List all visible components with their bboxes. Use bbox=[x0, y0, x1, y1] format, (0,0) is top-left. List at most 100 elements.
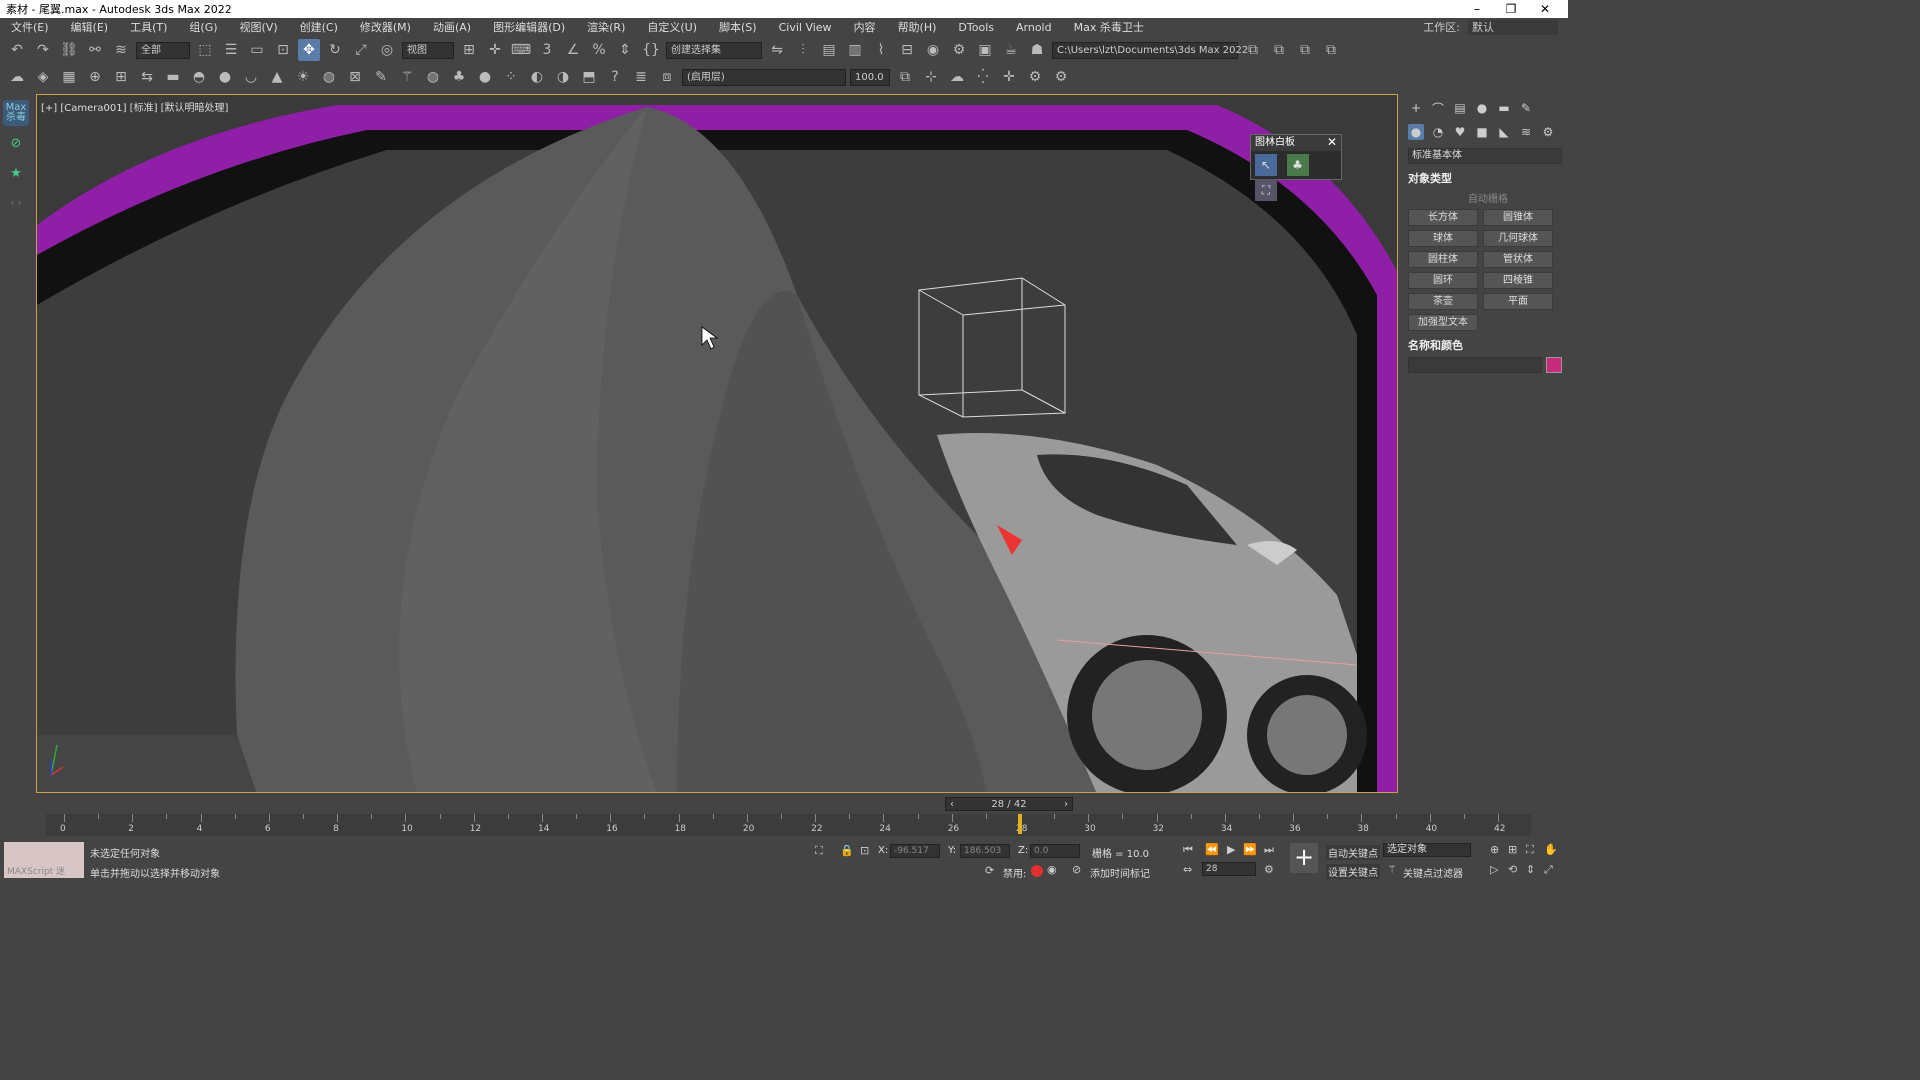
time-tag-icon[interactable]: ◉ bbox=[1047, 863, 1057, 876]
menu-item[interactable]: 创建(C) bbox=[289, 19, 349, 35]
plant-icon[interactable]: ♣ bbox=[448, 66, 470, 88]
set-key-button[interactable]: 设置关键点 bbox=[1326, 864, 1380, 879]
hierarchy-tab-icon[interactable]: ▤ bbox=[1452, 100, 1468, 116]
percent-field[interactable]: 100.0 bbox=[850, 68, 890, 86]
slider-prev-icon[interactable]: ‹ bbox=[950, 799, 954, 810]
zoom-all-icon[interactable]: ⊞ bbox=[1508, 843, 1517, 856]
select-move-icon[interactable]: ✥ bbox=[298, 39, 320, 61]
keyboard-shortcut-icon[interactable]: ⌨ bbox=[510, 39, 532, 61]
ball-icon[interactable]: ● bbox=[474, 66, 496, 88]
absolute-mode-icon[interactable]: ⊡ bbox=[860, 844, 869, 857]
menu-item[interactable]: 图形编辑器(D) bbox=[482, 19, 576, 35]
cross-icon[interactable]: ✛ bbox=[998, 66, 1020, 88]
orbit-icon[interactable]: ⟲ bbox=[1508, 863, 1517, 876]
viewport-label[interactable]: [+] [Camera001] [标准] [默认明暗处理] bbox=[41, 99, 228, 114]
unlink-icon[interactable]: ⚯ bbox=[84, 39, 106, 61]
globe-icon[interactable]: ◍ bbox=[422, 66, 444, 88]
snap-icon[interactable]: 3 bbox=[536, 39, 558, 61]
prev-frame-icon[interactable]: ⏪ bbox=[1205, 843, 1219, 856]
object-paint-icon[interactable]: ⬒ bbox=[578, 66, 600, 88]
rect-selection-icon[interactable]: ▭ bbox=[246, 39, 268, 61]
maximize-viewport-icon[interactable]: ⤢ bbox=[1544, 863, 1553, 877]
layer-dropdown[interactable]: (启用层) bbox=[682, 68, 846, 86]
project-icon-2[interactable]: ⧉ bbox=[1268, 39, 1290, 61]
menu-item[interactable]: 内容 bbox=[843, 19, 887, 35]
menu-item[interactable]: Max 杀毒卫士 bbox=[1063, 19, 1155, 35]
menu-item[interactable]: DTools bbox=[947, 21, 1005, 34]
bind-space-warp-icon[interactable]: ≋ bbox=[110, 39, 132, 61]
fov-icon[interactable]: ▷ bbox=[1490, 863, 1498, 876]
menu-item[interactable]: Civil View bbox=[768, 21, 843, 34]
auto-key-button[interactable]: 自动关键点 bbox=[1326, 845, 1380, 860]
object-type-button[interactable]: 加强型文本 bbox=[1408, 314, 1478, 331]
particles-icon[interactable]: ⁘ bbox=[500, 66, 522, 88]
menu-item[interactable]: Arnold bbox=[1005, 21, 1063, 34]
object-name-field[interactable] bbox=[1408, 357, 1542, 373]
image-icon[interactable]: ▦ bbox=[58, 66, 80, 88]
z-coordinate-field[interactable]: 0.0 bbox=[1030, 844, 1080, 858]
object-type-button[interactable]: 圆环 bbox=[1408, 272, 1478, 289]
menu-item[interactable]: 组(G) bbox=[178, 19, 228, 35]
widget-pointer-icon[interactable]: ↖ bbox=[1255, 154, 1277, 176]
select-by-name-icon[interactable]: ☰ bbox=[220, 39, 242, 61]
ref-coord-dropdown[interactable]: 视图 bbox=[402, 41, 454, 59]
menu-item[interactable]: 视图(V) bbox=[229, 19, 289, 35]
material-editor-icon[interactable]: ◉ bbox=[922, 39, 944, 61]
sun-icon[interactable]: ☀ bbox=[292, 66, 314, 88]
object-type-button[interactable]: 茶壶 bbox=[1408, 293, 1478, 310]
motion-tab-icon[interactable]: ● bbox=[1474, 100, 1490, 116]
next-frame-icon[interactable]: ⏩ bbox=[1243, 843, 1257, 856]
selection-set-dropdown[interactable]: 创建选择集 bbox=[666, 41, 762, 59]
cameras-icon[interactable]: ■ bbox=[1474, 124, 1490, 140]
spinner-snap-icon[interactable]: ⇕ bbox=[614, 39, 636, 61]
select-object-icon[interactable]: ⬚ bbox=[194, 39, 216, 61]
auto-grid-checkbox[interactable]: 自动栅格 bbox=[1468, 190, 1562, 205]
collapse-arrows-icon[interactable]: ‹ › bbox=[3, 190, 29, 216]
render-setup-icon[interactable]: ⚙ bbox=[948, 39, 970, 61]
align-icon[interactable]: ⫶ bbox=[792, 39, 814, 61]
zoom-extents-icon[interactable]: ⛶ bbox=[1526, 843, 1534, 857]
name-color-section[interactable]: 名称和颜色 bbox=[1408, 337, 1562, 353]
key-filters-button[interactable]: 关键点过滤器 bbox=[1403, 865, 1463, 880]
widget-close-icon[interactable]: ✕ bbox=[1327, 135, 1337, 149]
render-icon[interactable]: ☕ bbox=[1000, 39, 1022, 61]
project-icon-4[interactable]: ⧉ bbox=[1320, 39, 1342, 61]
window-crossing-icon[interactable]: ⊡ bbox=[272, 39, 294, 61]
object-type-button[interactable]: 长方体 bbox=[1408, 209, 1478, 226]
skeleton-icon[interactable]: ⚚ bbox=[396, 66, 418, 88]
render-mat-icon[interactable]: ◑ bbox=[552, 66, 574, 88]
lights-icon[interactable]: ♥ bbox=[1452, 124, 1468, 140]
menu-item[interactable]: 帮助(H) bbox=[887, 19, 948, 35]
object-type-button[interactable]: 球体 bbox=[1408, 230, 1478, 247]
place-icon[interactable]: ◎ bbox=[376, 39, 398, 61]
object-type-button[interactable]: 圆柱体 bbox=[1408, 251, 1478, 268]
layer-add-icon[interactable]: ⊞ bbox=[110, 66, 132, 88]
pan-icon[interactable]: ✋ bbox=[1544, 843, 1558, 856]
project-path-dropdown[interactable]: C:\Users\lzt\Documents\3ds Max 2022 bbox=[1052, 41, 1248, 59]
shade-icon[interactable]: ☁ bbox=[6, 66, 28, 88]
select-rotate-icon[interactable]: ↻ bbox=[324, 39, 346, 61]
schematic-view-icon[interactable]: ⊟ bbox=[896, 39, 918, 61]
max-antivirus-icon[interactable]: Max 杀毒 bbox=[3, 100, 29, 126]
current-frame-field[interactable]: 28 bbox=[1202, 862, 1256, 876]
object-type-button[interactable]: 几何球体 bbox=[1483, 230, 1553, 247]
lock-icon[interactable]: 🔒 bbox=[840, 844, 854, 857]
tag-icon[interactable]: ⊘ bbox=[1072, 863, 1081, 876]
menu-item[interactable]: 工具(T) bbox=[119, 19, 178, 35]
modify-tab-icon[interactable]: ⌒ bbox=[1430, 100, 1446, 116]
menu-item[interactable]: 渲染(R) bbox=[576, 19, 636, 35]
plane-icon[interactable]: ▬ bbox=[162, 66, 184, 88]
security-star-icon[interactable]: ★ bbox=[3, 160, 29, 186]
object-color-swatch[interactable] bbox=[1546, 357, 1562, 373]
helpers-icon[interactable]: ◣ bbox=[1496, 124, 1512, 140]
widget-plant-icon[interactable]: ♣ bbox=[1286, 154, 1309, 176]
key-mode-icon[interactable]: ⇔ bbox=[1183, 863, 1192, 876]
dolly-icon[interactable]: ⇕ bbox=[1526, 863, 1535, 876]
pivot-icon[interactable]: ⊞ bbox=[458, 39, 480, 61]
geometry-icon[interactable]: ● bbox=[1408, 124, 1424, 140]
menu-item[interactable]: 动画(A) bbox=[422, 19, 482, 35]
undo-icon[interactable]: ↶ bbox=[6, 39, 28, 61]
grid-snap-icon[interactable]: ⊹ bbox=[920, 66, 942, 88]
selection-filter-dropdown[interactable]: 全部 bbox=[136, 41, 190, 59]
cog-icon[interactable]: ⚙ bbox=[1024, 66, 1046, 88]
